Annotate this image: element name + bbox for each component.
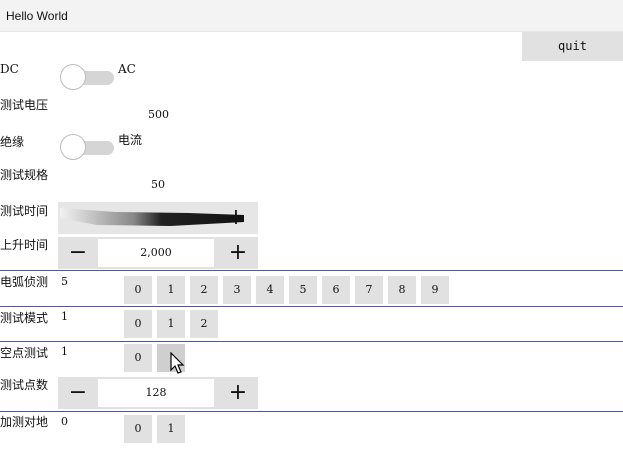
test-points-label: 测试点数 — [0, 378, 49, 392]
minus-icon[interactable]: − — [58, 377, 98, 409]
insulation-label: 绝缘 — [0, 135, 25, 149]
arc-option-0[interactable]: 0 — [124, 276, 152, 304]
arc-detect-label: 电弧侦测 — [0, 275, 49, 289]
plus-icon[interactable]: + — [218, 237, 258, 269]
arc-option-6[interactable]: 6 — [322, 276, 350, 304]
rise-time-stepper[interactable]: − 2,000 + — [58, 237, 258, 269]
test-time-stepper[interactable]: + — [58, 202, 258, 234]
mode-option-2[interactable]: 2 — [190, 310, 218, 338]
arc-option-8[interactable]: 8 — [388, 276, 416, 304]
test-spec-label: 测试规格 — [0, 168, 49, 182]
dc-ac-toggle[interactable] — [60, 64, 114, 92]
ground-option-1[interactable]: 1 — [157, 415, 185, 443]
mode-option-0[interactable]: 0 — [124, 310, 152, 338]
arc-detect-value: 5 — [61, 275, 68, 288]
arc-option-9[interactable]: 9 — [421, 276, 449, 304]
test-points-input[interactable]: 128 — [98, 379, 214, 407]
divider — [0, 270, 623, 271]
arc-option-2[interactable]: 2 — [190, 276, 218, 304]
test-spec-value: 50 — [151, 178, 165, 191]
mouse-pointer-icon — [170, 352, 185, 374]
ac-label: AC — [118, 62, 136, 76]
current-label: 电流 — [118, 133, 143, 147]
toggle-knob — [60, 64, 86, 90]
plus-icon[interactable]: + — [218, 377, 258, 409]
divider — [0, 306, 623, 307]
insulation-current-toggle[interactable] — [60, 134, 114, 162]
window-title: Hello World — [6, 9, 68, 23]
minus-icon[interactable]: − — [58, 237, 98, 269]
plus-icon[interactable]: + — [216, 202, 256, 234]
empty-option-0[interactable]: 0 — [124, 344, 152, 372]
test-points-stepper[interactable]: − 128 + — [58, 377, 258, 409]
divider — [0, 411, 623, 412]
toggle-knob — [60, 134, 86, 160]
empty-test-value: 1 — [61, 345, 68, 358]
test-voltage-label: 测试电压 — [0, 98, 49, 112]
arc-option-3[interactable]: 3 — [223, 276, 251, 304]
test-mode-value: 1 — [61, 310, 68, 323]
empty-test-label: 空点测试 — [0, 346, 49, 360]
test-voltage-value: 500 — [148, 108, 169, 121]
test-time-label: 测试时间 — [0, 204, 49, 218]
rise-time-input[interactable]: 2,000 — [98, 239, 214, 267]
ground-option-0[interactable]: 0 — [124, 415, 152, 443]
test-mode-label: 测试模式 — [0, 311, 49, 325]
mode-option-1[interactable]: 1 — [157, 310, 185, 338]
title-bar: Hello World — [0, 0, 623, 32]
arc-option-5[interactable]: 5 — [289, 276, 317, 304]
arc-option-1[interactable]: 1 — [157, 276, 185, 304]
quit-button[interactable]: quit — [522, 32, 623, 61]
divider — [0, 341, 623, 342]
ground-test-label: 加测对地 — [0, 415, 49, 429]
arc-option-4[interactable]: 4 — [256, 276, 284, 304]
dc-label: DC — [0, 62, 19, 76]
ground-test-value: 0 — [61, 415, 68, 428]
rise-time-label: 上升时间 — [0, 238, 49, 252]
arc-option-7[interactable]: 7 — [355, 276, 383, 304]
